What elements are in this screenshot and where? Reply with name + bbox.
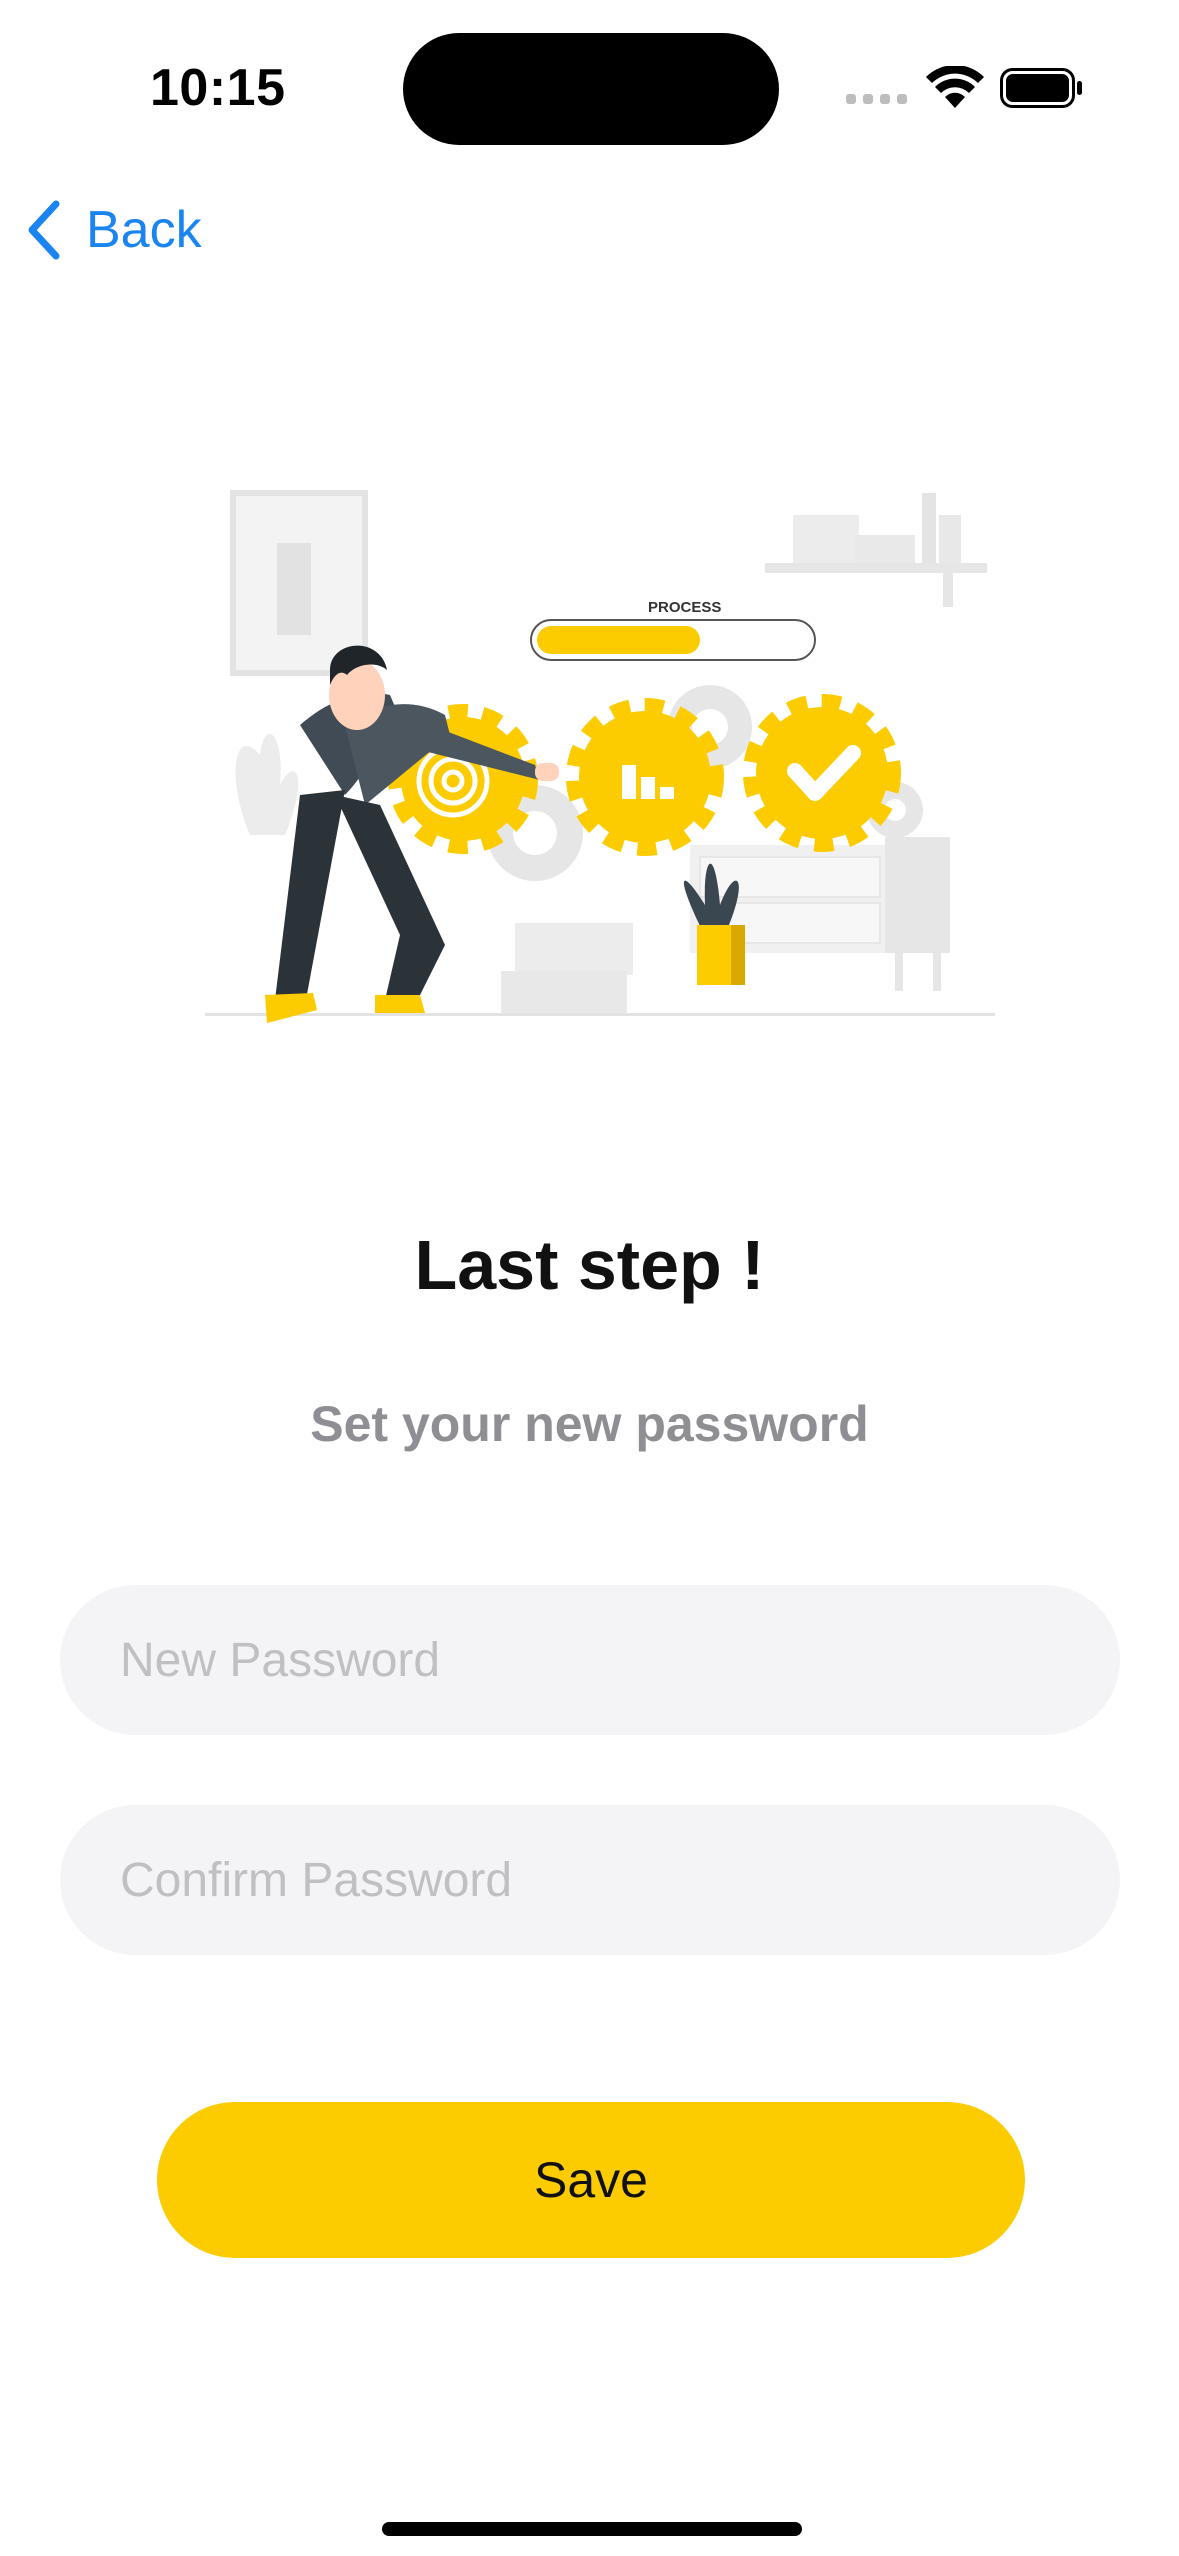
back-button[interactable]: Back [24, 190, 202, 270]
battery-icon [1000, 68, 1082, 108]
cellular-signal-icon [846, 94, 908, 104]
svg-text:PROCESS: PROCESS [648, 599, 721, 616]
back-label: Back [86, 201, 202, 259]
dynamic-island [403, 33, 779, 145]
status-time: 10:15 [150, 59, 286, 117]
new-password-field[interactable] [60, 1585, 1120, 1735]
page-subtitle: Set your new password [310, 1396, 869, 1452]
chevron-left-icon [28, 200, 60, 260]
home-indicator[interactable] [382, 2522, 802, 2536]
page-title: Last step ! [414, 1226, 765, 1304]
confirm-password-field[interactable] [60, 1805, 1120, 1955]
status-bar: 10:15 [0, 0, 1179, 180]
process-illustration: PROCESS [205, 490, 995, 1023]
progress-fill [537, 626, 700, 654]
save-button[interactable]: Save [157, 2102, 1025, 2258]
wifi-icon [926, 66, 984, 108]
